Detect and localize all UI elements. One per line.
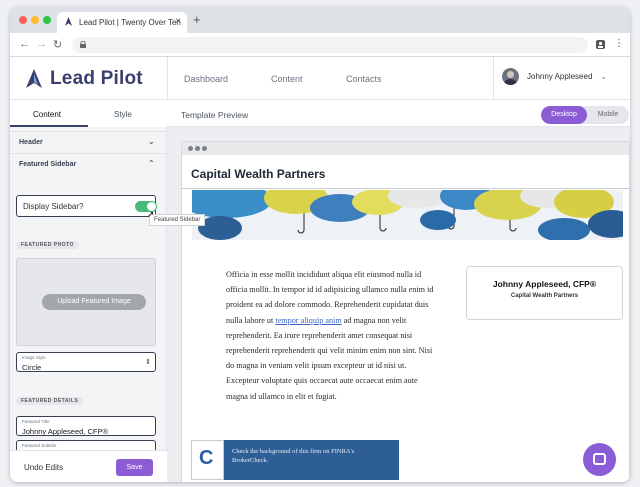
tab-content[interactable]: Content	[33, 110, 61, 119]
display-sidebar-label: Display Sidebar?	[23, 202, 84, 211]
back-arrow-icon[interactable]: ←	[19, 38, 30, 50]
profile-icon[interactable]	[596, 40, 605, 49]
featured-card-company: Capital Wealth Partners	[510, 293, 579, 299]
featured-card-name: Johnny Appleseed, CFP®	[492, 279, 597, 289]
close-tab-icon[interactable]: ×	[175, 16, 181, 27]
lock-icon	[80, 41, 86, 48]
section-header-label: Header	[19, 139, 43, 146]
featured-photo-dropzone[interactable]: Upload Featured Image	[16, 258, 156, 346]
section-featured-sidebar-label: Featured Sidebar	[19, 161, 77, 168]
save-button[interactable]: Save	[116, 459, 153, 476]
preview-area: Template Preview Desktop Mobile Capital …	[167, 100, 630, 482]
image-style-label: Image Style	[22, 355, 46, 360]
chat-button[interactable]	[583, 443, 616, 476]
forward-arrow-icon[interactable]: →	[36, 38, 47, 50]
firm-name: Capital Wealth Partners	[191, 167, 326, 181]
featured-details-chip: FEATURED DETAILS	[16, 397, 84, 405]
featured-title-field[interactable]: Featured Title Johnny Appleseed, CFP®	[16, 416, 156, 436]
tab-style[interactable]: Style	[114, 110, 132, 119]
nav-content[interactable]: Content	[271, 74, 303, 84]
nav-dashboard[interactable]: Dashboard	[184, 74, 228, 84]
chevron-down-icon: ⌄	[148, 137, 155, 146]
mouse-pointer-icon: ➚	[147, 209, 155, 219]
new-tab-icon[interactable]: +	[193, 12, 201, 27]
firm-name-divider	[182, 188, 629, 189]
preview-header: Template Preview Desktop Mobile	[167, 100, 630, 127]
brand-name: Lead Pilot	[50, 68, 143, 89]
upload-featured-image-button[interactable]: Upload Featured Image	[42, 294, 146, 310]
brokercheck-banner[interactable]: C Check the background of this firm on F…	[191, 440, 399, 480]
app-header: Lead Pilot Dashboard Content Contacts Jo…	[10, 57, 630, 100]
user-name: Johnny Appleseed	[527, 72, 593, 81]
mobile-button[interactable]: Mobile	[587, 106, 629, 124]
header-divider-right	[493, 57, 494, 100]
display-sidebar-row: Display Sidebar?	[16, 195, 157, 217]
article-link[interactable]: tempor aliquip anim	[275, 316, 341, 325]
browser-menu-icon[interactable]: ⋮	[614, 38, 624, 49]
featured-title-label: Featured Title	[22, 419, 50, 424]
preview-frame-bar	[182, 142, 629, 155]
featured-title-value: Johnny Appleseed, CFP®	[22, 427, 108, 436]
chevron-down-icon: ⌄	[600, 72, 608, 81]
image-style-value: Circle	[22, 363, 42, 372]
brokercheck-logo: C	[191, 440, 224, 480]
minimize-window-dot[interactable]	[31, 16, 39, 24]
tooltip: Featured Sidebar	[149, 214, 206, 226]
header-divider	[167, 57, 168, 100]
undo-edits-button[interactable]: Undo Edits	[24, 463, 63, 472]
user-menu[interactable]: Johnny Appleseed ⌄	[502, 68, 607, 85]
browser-tab[interactable]: Lead Pilot | Twenty Over Ten ×	[57, 12, 187, 33]
chevron-up-icon: ⌃	[148, 159, 155, 168]
preview-frame: Capital Wealth Partners Officia in esse …	[181, 141, 630, 482]
sidebar-tabs: Content Style	[10, 100, 167, 127]
brand-logo[interactable]: Lead Pilot	[24, 66, 143, 92]
paper-plane-logo-icon	[26, 69, 42, 88]
device-toggle: Desktop Mobile	[541, 106, 629, 124]
chat-bubble-icon	[593, 453, 606, 465]
article-text-end: ad magna non velit reprehenderit. Ea iru…	[226, 315, 433, 401]
page-title: Template Preview	[181, 110, 249, 120]
featured-sidebar-card: Johnny Appleseed, CFP® Capital Wealth Pa…	[466, 266, 623, 320]
section-featured-sidebar[interactable]: Featured Sidebar ⌃	[10, 153, 167, 175]
brokercheck-text: Check the background of this firm on FIN…	[224, 440, 399, 480]
nav-contacts[interactable]: Contacts	[346, 74, 382, 84]
desktop-button[interactable]: Desktop	[541, 106, 587, 124]
url-input[interactable]	[72, 37, 588, 53]
editor-sidebar: Content Style Header ⌄ Featured Sidebar …	[10, 100, 206, 482]
featured-subtitle-label: Featured Subtitle	[22, 443, 57, 448]
select-arrows-icon: ⇕	[145, 359, 151, 366]
browser-tab-bar: Lead Pilot | Twenty Over Ten × +	[10, 7, 630, 33]
browser-window: Lead Pilot | Twenty Over Ten × + ← → ↻ ⋮…	[10, 7, 630, 482]
reload-icon[interactable]: ↻	[53, 38, 62, 51]
maximize-window-dot[interactable]	[43, 16, 51, 24]
active-tab-indicator	[10, 125, 88, 127]
article-body: Officia in esse mollit incididunt aliqua…	[226, 267, 436, 404]
featured-photo-chip: FEATURED PHOTO	[16, 241, 79, 249]
avatar	[502, 68, 519, 85]
close-window-dot[interactable]	[19, 16, 27, 24]
browser-tab-title: Lead Pilot | Twenty Over Ten	[79, 18, 181, 27]
lead-pilot-favicon	[64, 17, 73, 26]
brokercheck-icon: C	[199, 447, 214, 469]
sidebar-footer: Undo Edits Save	[10, 450, 167, 482]
address-bar-row: ← → ↻ ⋮	[10, 33, 630, 57]
image-style-select[interactable]: Image Style Circle ⇕	[16, 352, 156, 372]
section-header[interactable]: Header ⌄	[10, 131, 167, 153]
umbrellas-banner-image	[192, 190, 623, 240]
